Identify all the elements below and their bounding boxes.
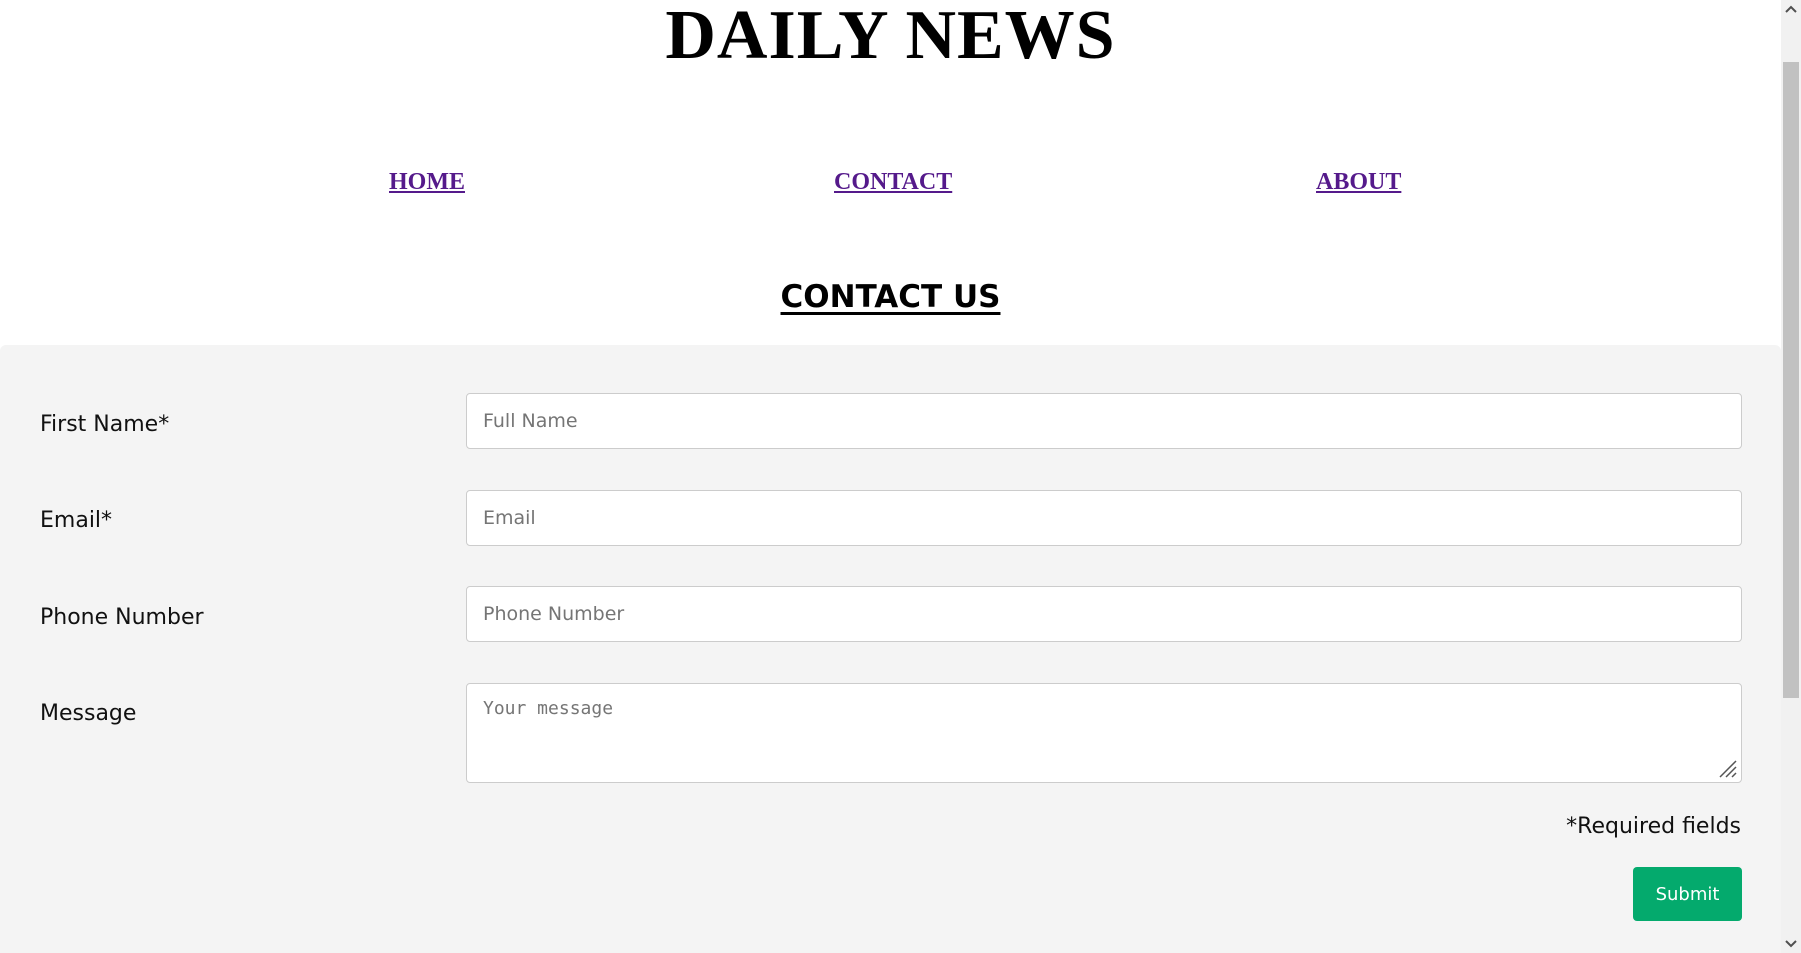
scrollbar-thumb[interactable] <box>1783 62 1799 698</box>
message-textarea[interactable] <box>466 683 1742 783</box>
email-input[interactable] <box>466 490 1742 546</box>
phone-number-label: Phone Number <box>40 605 204 630</box>
site-title: DAILY NEWS <box>665 0 1116 74</box>
email-label: Email* <box>40 508 113 533</box>
page-heading: CONTACT US <box>780 279 1001 315</box>
first-name-input[interactable] <box>466 393 1742 449</box>
nav-link-contact[interactable]: CONTACT <box>834 168 952 196</box>
phone-number-input[interactable] <box>466 586 1742 642</box>
browser-viewport: DAILY NEWS HOME CONTACT ABOUT CONTACT US… <box>0 0 1781 953</box>
chevron-down-icon[interactable] <box>1781 935 1801 953</box>
vertical-scrollbar[interactable] <box>1781 0 1801 953</box>
first-name-label: First Name* <box>40 412 170 437</box>
nav-link-about[interactable]: ABOUT <box>1316 168 1401 196</box>
nav-link-home[interactable]: HOME <box>389 168 465 196</box>
message-label: Message <box>40 701 137 726</box>
submit-button[interactable]: Submit <box>1633 867 1742 921</box>
resize-grip-icon[interactable] <box>1716 757 1738 779</box>
required-fields-note: *Required fields <box>1566 814 1741 839</box>
chevron-up-icon[interactable] <box>1781 0 1801 18</box>
